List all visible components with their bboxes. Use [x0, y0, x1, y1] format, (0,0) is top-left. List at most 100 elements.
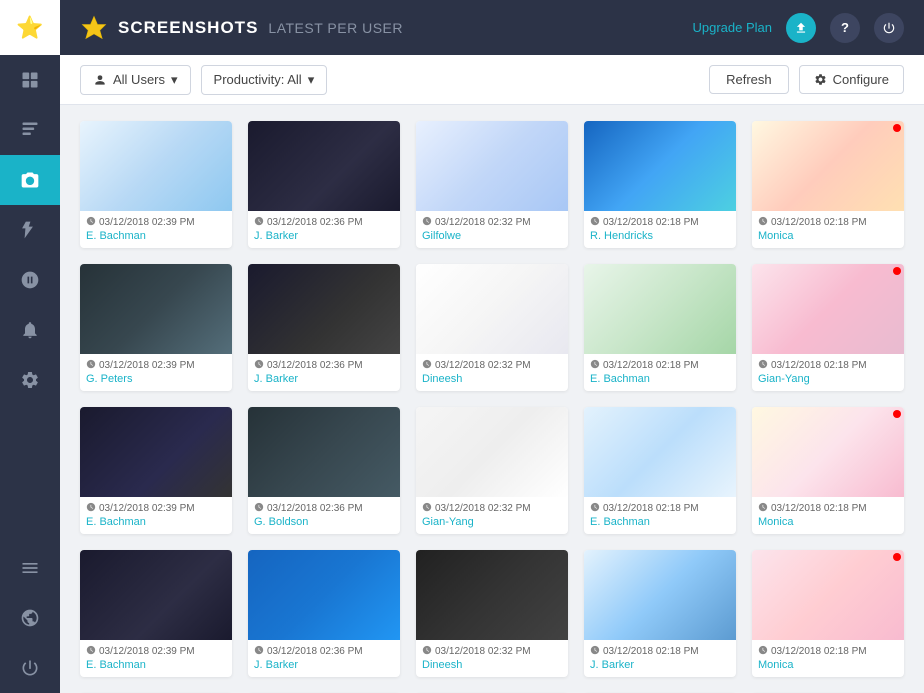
screenshot-info: 03/12/2018 02:36 PM J. Barker	[248, 640, 400, 677]
sidebar-item-globe[interactable]	[0, 593, 60, 643]
screenshot-thumbnail	[80, 550, 232, 640]
brand-name: SCREENSHOTS	[118, 18, 258, 38]
sidebar-item-settings[interactable]	[0, 355, 60, 405]
screenshot-card[interactable]: 03/12/2018 02:18 PMMonica	[752, 550, 904, 677]
screenshot-card[interactable]: 03/12/2018 02:32 PM Dineesh	[416, 264, 568, 391]
app-logo: ⭐	[0, 0, 60, 55]
screenshot-thumbnail	[248, 121, 400, 211]
refresh-button[interactable]: Refresh	[709, 65, 789, 94]
screenshot-card[interactable]: 03/12/2018 02:18 PM E. Bachman	[584, 264, 736, 391]
screenshot-user[interactable]: J. Barker	[254, 373, 394, 385]
screenshot-time: 03/12/2018 02:39 PM	[86, 502, 226, 515]
all-users-filter[interactable]: All Users ▾	[80, 65, 191, 95]
configure-button[interactable]: Configure	[799, 65, 904, 94]
clock-icon	[758, 359, 768, 372]
screenshot-card[interactable]: 03/12/2018 02:36 PMJ. Barker	[248, 121, 400, 248]
productivity-filter[interactable]: Productivity: All ▾	[201, 65, 328, 95]
clock-icon	[254, 645, 264, 658]
sidebar-item-activity[interactable]	[0, 205, 60, 255]
screenshot-card[interactable]: 03/12/2018 02:36 PM G. Boldson	[248, 407, 400, 534]
power-button[interactable]	[874, 13, 904, 43]
screenshot-time: 03/12/2018 02:39 PM	[86, 216, 226, 229]
screenshot-user[interactable]: Gilfolwe	[422, 230, 562, 242]
screenshot-card[interactable]: 03/12/2018 02:32 PMGilfolwe	[416, 121, 568, 248]
screenshot-user[interactable]: Monica	[758, 659, 898, 671]
logo-icon: ⭐	[16, 15, 43, 41]
clock-icon	[86, 502, 96, 515]
screenshot-user[interactable]: R. Hendricks	[590, 230, 730, 242]
screenshot-card[interactable]: 03/12/2018 02:18 PMJ. Barker	[584, 550, 736, 677]
sidebar-item-reports[interactable]	[0, 105, 60, 155]
screenshot-card[interactable]: 03/12/2018 02:18 PM Gian-Yang	[752, 264, 904, 391]
screenshot-user[interactable]: Gian-Yang	[422, 516, 562, 528]
screenshot-user[interactable]: E. Bachman	[590, 516, 730, 528]
screenshot-user[interactable]: E. Bachman	[86, 659, 226, 671]
screenshot-time: 03/12/2018 02:39 PM	[86, 359, 226, 372]
screenshot-timestamp: 03/12/2018 02:32 PM	[435, 503, 531, 514]
screenshot-card[interactable]: 03/12/2018 02:18 PMR. Hendricks	[584, 121, 736, 248]
screenshot-user[interactable]: Gian-Yang	[758, 373, 898, 385]
screenshot-time: 03/12/2018 02:32 PM	[422, 645, 562, 658]
screenshot-timestamp: 03/12/2018 02:36 PM	[267, 360, 363, 371]
screenshot-timestamp: 03/12/2018 02:32 PM	[435, 360, 531, 371]
screenshot-user[interactable]: J. Barker	[254, 659, 394, 671]
screenshot-user[interactable]: E. Bachman	[86, 230, 226, 242]
screenshot-thumbnail	[752, 550, 904, 640]
sidebar-item-more[interactable]	[0, 543, 60, 593]
screenshot-user[interactable]: J. Barker	[254, 230, 394, 242]
screenshot-card[interactable]: 03/12/2018 02:39 PME. Bachman	[80, 550, 232, 677]
screenshot-time: 03/12/2018 02:18 PM	[758, 216, 898, 229]
screenshot-user[interactable]: J. Barker	[590, 659, 730, 671]
screenshot-info: 03/12/2018 02:39 PMG. Peters	[80, 354, 232, 391]
screenshot-info: 03/12/2018 02:18 PMR. Hendricks	[584, 211, 736, 248]
screenshot-time: 03/12/2018 02:18 PM	[590, 502, 730, 515]
help-button[interactable]: ?	[830, 13, 860, 43]
screenshot-user[interactable]: Dineesh	[422, 659, 562, 671]
screenshot-thumbnail	[584, 264, 736, 354]
sidebar-item-alerts[interactable]	[0, 305, 60, 355]
screenshot-card[interactable]: 03/12/2018 02:32 PMDineesh	[416, 550, 568, 677]
screenshot-card[interactable]: 03/12/2018 02:18 PMMonica	[752, 121, 904, 248]
productivity-label: Productivity: All	[214, 72, 302, 87]
screenshot-user[interactable]: G. Peters	[86, 373, 226, 385]
brand-icon	[80, 14, 108, 42]
screenshot-timestamp: 03/12/2018 02:18 PM	[603, 360, 699, 371]
sidebar-item-dashboard[interactable]	[0, 55, 60, 105]
screenshot-user[interactable]: E. Bachman	[590, 373, 730, 385]
screenshot-info: 03/12/2018 02:32 PM Dineesh	[416, 354, 568, 391]
screenshot-timestamp: 03/12/2018 02:36 PM	[267, 646, 363, 657]
upgrade-plan-link[interactable]: Upgrade Plan	[693, 20, 773, 35]
screenshot-thumbnail	[584, 550, 736, 640]
screenshot-time: 03/12/2018 02:36 PM	[254, 502, 394, 515]
screenshot-card[interactable]: 03/12/2018 02:39 PM E. Bachman	[80, 121, 232, 248]
user-icon	[93, 73, 107, 87]
screenshot-card[interactable]: 03/12/2018 02:36 PM J. Barker	[248, 550, 400, 677]
screenshot-user[interactable]: Monica	[758, 230, 898, 242]
screenshot-timestamp: 03/12/2018 02:18 PM	[771, 360, 867, 371]
screenshot-user[interactable]: G. Boldson	[254, 516, 394, 528]
upload-button[interactable]	[786, 13, 816, 43]
screenshot-thumbnail	[248, 264, 400, 354]
screenshot-user[interactable]: Monica	[758, 516, 898, 528]
screenshot-card[interactable]: 03/12/2018 02:18 PME. Bachman	[584, 407, 736, 534]
screenshot-card[interactable]: 03/12/2018 02:32 PM Gian-Yang	[416, 407, 568, 534]
main-content: SCREENSHOTS LATEST PER USER Upgrade Plan…	[60, 0, 924, 693]
screenshot-card[interactable]: 03/12/2018 02:36 PM J. Barker	[248, 264, 400, 391]
screenshot-card[interactable]: 03/12/2018 02:39 PME. Bachman	[80, 407, 232, 534]
screenshot-timestamp: 03/12/2018 02:39 PM	[99, 217, 195, 228]
clock-icon	[422, 645, 432, 658]
screenshot-user[interactable]: E. Bachman	[86, 516, 226, 528]
screenshot-card[interactable]: 03/12/2018 02:18 PMMonica	[752, 407, 904, 534]
screenshot-timestamp: 03/12/2018 02:36 PM	[267, 503, 363, 514]
sidebar-item-screenshots[interactable]	[0, 155, 60, 205]
screenshot-info: 03/12/2018 02:18 PM Gian-Yang	[752, 354, 904, 391]
screenshot-time: 03/12/2018 02:18 PM	[758, 502, 898, 515]
clock-icon	[590, 216, 600, 229]
screenshot-time: 03/12/2018 02:32 PM	[422, 216, 562, 229]
screenshot-thumbnail	[416, 121, 568, 211]
screenshot-info: 03/12/2018 02:39 PME. Bachman	[80, 640, 232, 677]
sidebar-item-power[interactable]	[0, 643, 60, 693]
screenshot-user[interactable]: Dineesh	[422, 373, 562, 385]
screenshot-card[interactable]: 03/12/2018 02:39 PMG. Peters	[80, 264, 232, 391]
sidebar-item-block[interactable]	[0, 255, 60, 305]
